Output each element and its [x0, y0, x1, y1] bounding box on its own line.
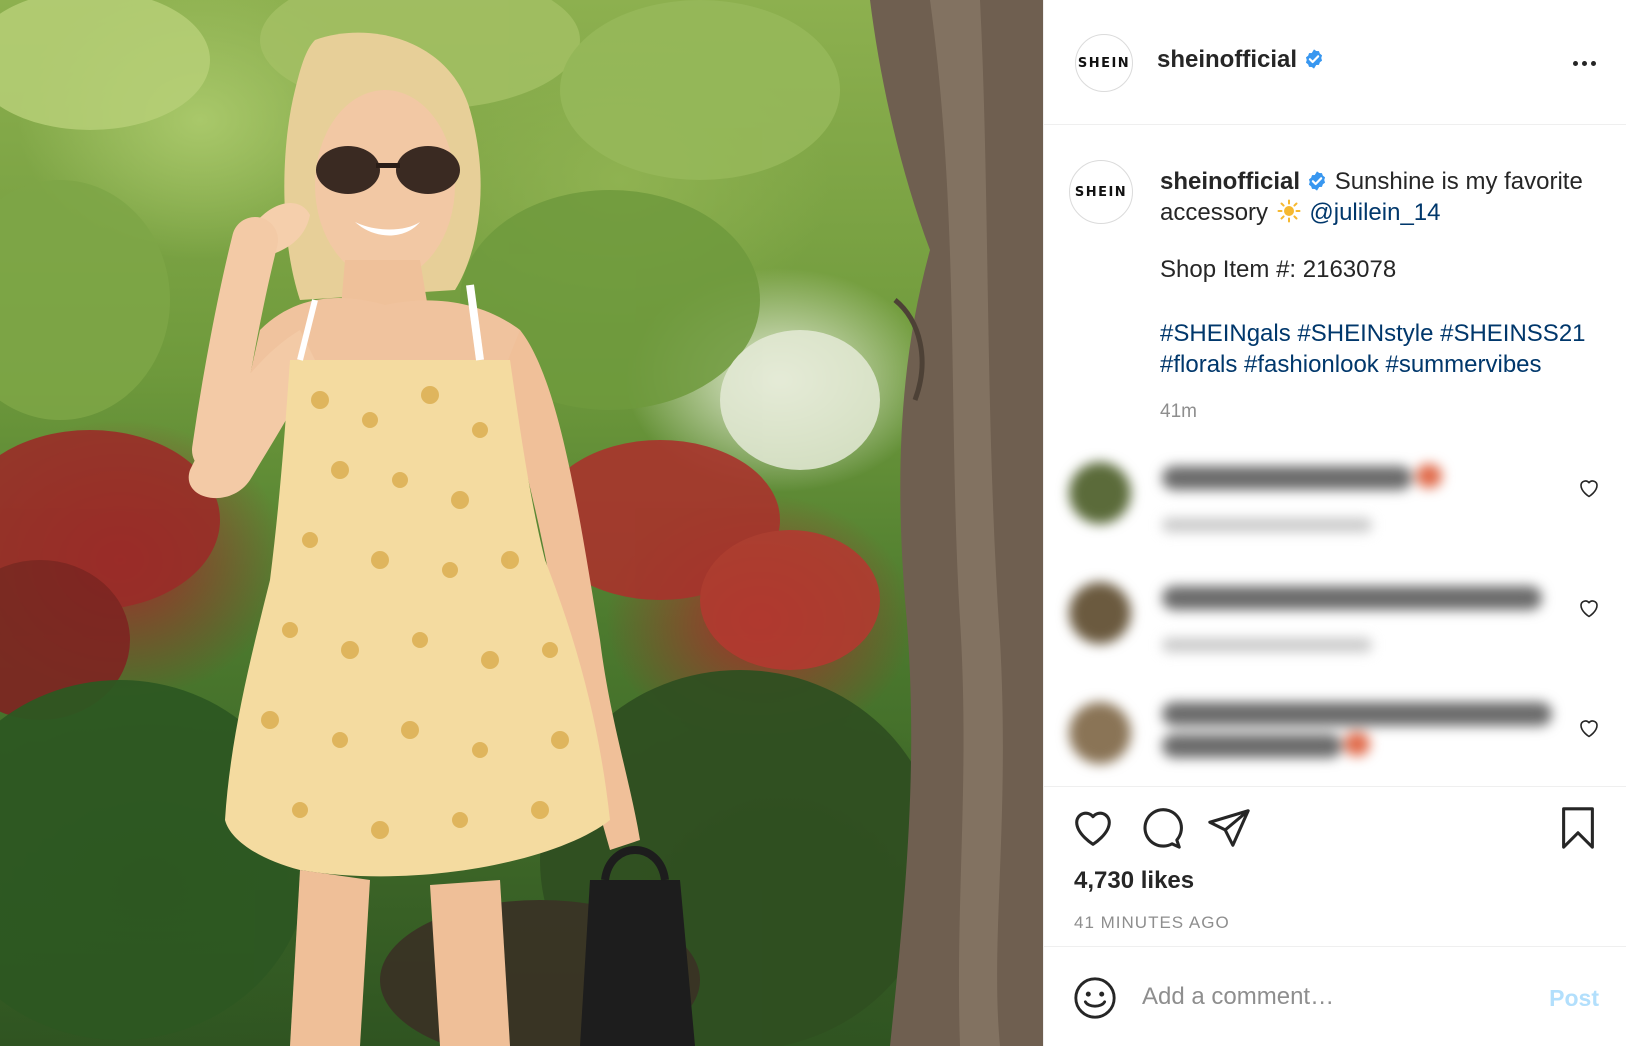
comment-icon[interactable] [1138, 805, 1184, 851]
comments-section: SHEIN sheinofficial Sunshine is my favor… [1044, 126, 1626, 786]
comment-heart-icon[interactable] [1577, 476, 1601, 500]
likes-count[interactable]: 4,730 likes [1074, 867, 1194, 895]
comment-input[interactable] [1142, 977, 1512, 1017]
comment-emoji-blur [1416, 464, 1442, 488]
caption-username[interactable]: sheinofficial [1160, 168, 1300, 195]
hashtags-line-1[interactable]: #SHEINgals #SHEINstyle #SHEINSS21 [1160, 318, 1610, 349]
hashtags-line-2[interactable]: #florals #fashionlook #summervibes [1160, 349, 1610, 380]
comment-text-blur [1162, 734, 1342, 758]
comment-text-blur [1162, 586, 1542, 610]
commenter-avatar [1069, 702, 1131, 764]
comment-meta-blur [1162, 518, 1372, 532]
comment-text-blur [1162, 702, 1552, 726]
comment-emoji-blur [1344, 732, 1370, 756]
post-button[interactable]: Post [1549, 985, 1599, 1012]
photo-illustration [0, 0, 1043, 1046]
caption-text: sheinofficial Sunshine is my favorite ac… [1160, 166, 1600, 228]
bookmark-icon[interactable] [1555, 805, 1601, 851]
post-timestamp[interactable]: 41 MINUTES AGO [1074, 913, 1230, 933]
header-username-text[interactable]: sheinofficial [1157, 46, 1297, 73]
caption-body: Sunshine is my favorite [1334, 168, 1583, 195]
verified-badge-icon [1305, 49, 1323, 69]
verified-badge-icon [1308, 171, 1326, 191]
comment-composer: Post [1044, 946, 1626, 1046]
more-options-icon[interactable] [1567, 50, 1601, 76]
caption-avatar[interactable]: SHEIN [1069, 160, 1133, 224]
comment-heart-icon[interactable] [1577, 596, 1601, 620]
caption-body-2: accessory [1160, 199, 1269, 226]
post-details-panel: SHEIN sheinofficial SHEIN sheinofficial … [1043, 0, 1626, 1046]
comment-item [1044, 574, 1626, 674]
commenter-avatar [1069, 582, 1131, 644]
comment-meta-blur [1162, 638, 1372, 652]
smiley-icon[interactable] [1072, 975, 1118, 1021]
header-username[interactable]: sheinofficial [1157, 46, 1325, 74]
mention-link[interactable]: @julilein_14 [1309, 199, 1440, 226]
caption-line-2: accessory @julilein_14 [1160, 197, 1600, 228]
sun-emoji-icon [1277, 199, 1301, 223]
shop-item-line: Shop Item #: 2163078 [1160, 256, 1397, 283]
comment-text-blur [1162, 466, 1412, 490]
post-actions: 4,730 likes 41 MINUTES AGO [1044, 786, 1626, 946]
comment-item [1044, 694, 1626, 786]
hashtags: #SHEINgals #SHEINstyle #SHEINSS21 #flora… [1160, 318, 1610, 380]
share-icon[interactable] [1206, 805, 1252, 851]
profile-avatar[interactable]: SHEIN [1075, 34, 1133, 92]
post-header: SHEIN sheinofficial [1044, 0, 1626, 125]
comment-item [1044, 454, 1626, 554]
heart-icon[interactable] [1070, 805, 1116, 851]
caption-time[interactable]: 41m [1160, 401, 1197, 423]
post-photo[interactable] [0, 0, 1043, 1046]
commenter-avatar [1069, 462, 1131, 524]
comment-heart-icon[interactable] [1577, 716, 1601, 740]
